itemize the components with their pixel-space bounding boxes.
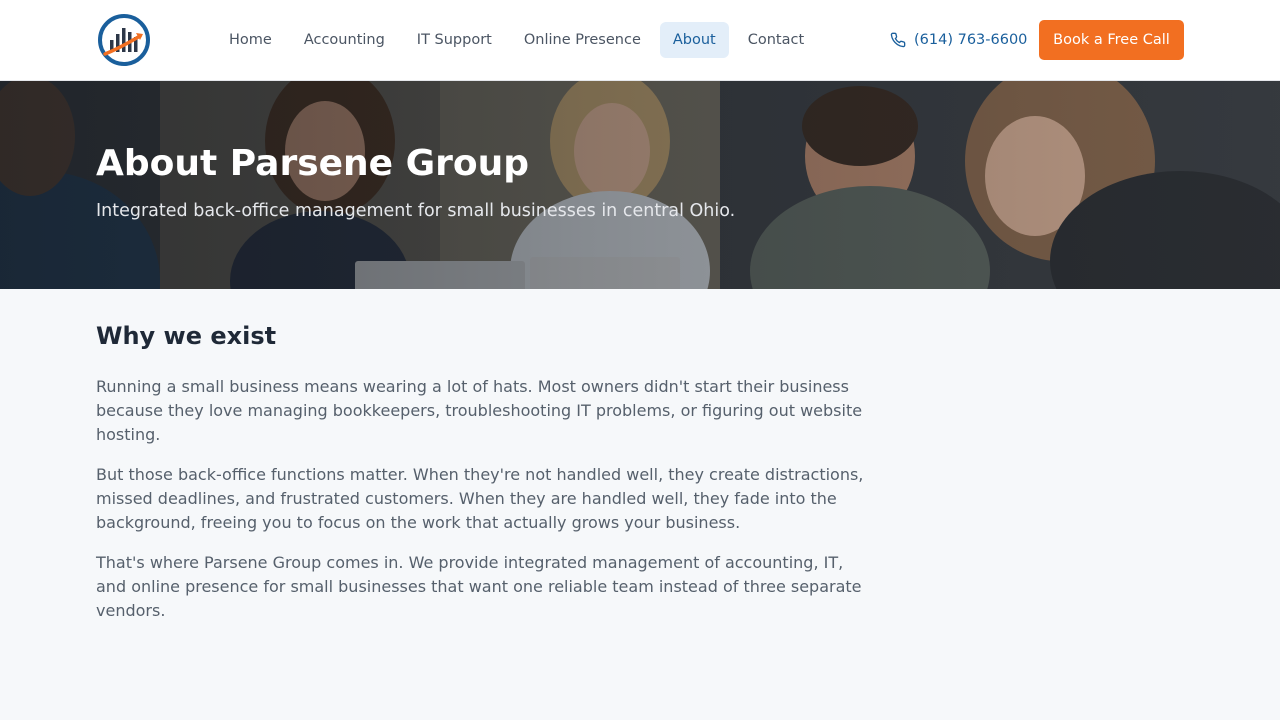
- page-title: About Parsene Group: [96, 143, 530, 184]
- bar-chart-growth-logo-icon: [98, 14, 150, 66]
- paragraph-3: That's where Parsene Group comes in. We …: [96, 553, 862, 620]
- paragraph-2: But those back-office functions matter. …: [96, 465, 864, 532]
- phone-number: (614) 763-6600: [914, 32, 1028, 48]
- main-content: Why we exist Running a small business me…: [96, 322, 876, 639]
- logo[interactable]: [96, 12, 152, 68]
- phone-icon: [890, 32, 906, 48]
- nav-home[interactable]: Home: [216, 22, 285, 58]
- book-free-call-button[interactable]: Book a Free Call: [1039, 20, 1184, 60]
- page-subtitle: Integrated back-office management for sm…: [96, 201, 736, 221]
- hero-banner: About Parsene Group Integrated back-offi…: [0, 81, 1280, 289]
- hero-overlay: [0, 81, 1280, 289]
- phone-link[interactable]: (614) 763-6600: [890, 22, 1027, 58]
- paragraph-1: Running a small business means wearing a…: [96, 377, 863, 444]
- main-nav: Home Accounting IT Support Online Presen…: [216, 22, 817, 58]
- nav-about[interactable]: About: [659, 22, 729, 58]
- site-header: Home Accounting IT Support Online Presen…: [0, 0, 1280, 81]
- section-title-why-we-exist: Why we exist: [96, 322, 277, 350]
- nav-it-support[interactable]: IT Support: [404, 22, 505, 58]
- nav-online-presence[interactable]: Online Presence: [511, 22, 654, 58]
- nav-contact[interactable]: Contact: [735, 22, 817, 58]
- nav-accounting[interactable]: Accounting: [291, 22, 398, 58]
